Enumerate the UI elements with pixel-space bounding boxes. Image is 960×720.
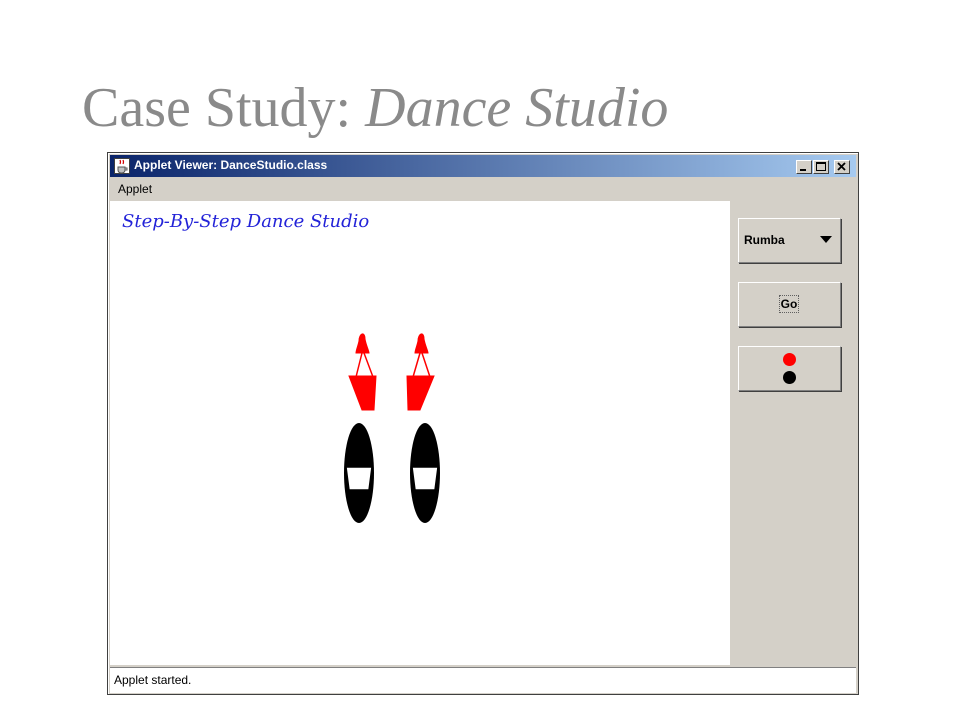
go-button[interactable]: Go bbox=[738, 282, 841, 327]
minimize-button[interactable] bbox=[796, 160, 812, 174]
chevron-down-icon bbox=[820, 236, 832, 243]
dance-canvas[interactable]: Step-By-Step Dance Studio bbox=[110, 201, 730, 665]
right-red-shoe bbox=[406, 333, 435, 411]
window-titlebar[interactable]: Applet Viewer: DanceStudio.class bbox=[110, 155, 856, 177]
close-button[interactable] bbox=[834, 160, 850, 174]
applet-viewer-window: Applet Viewer: DanceStudio.class Applet … bbox=[107, 152, 859, 695]
minimize-icon bbox=[800, 169, 806, 171]
status-bar: Applet started. bbox=[110, 667, 856, 693]
maximize-icon bbox=[816, 162, 826, 171]
left-red-shoe bbox=[348, 333, 377, 411]
left-black-shoe bbox=[344, 423, 374, 523]
red-dot-icon bbox=[783, 353, 796, 366]
slide-title: Case Study: Dance Studio bbox=[82, 76, 668, 140]
maximize-button[interactable] bbox=[813, 160, 829, 174]
black-dot-icon bbox=[783, 371, 796, 384]
dance-select-value: Rumba bbox=[744, 233, 785, 247]
slide-title-prefix: Case Study: bbox=[82, 77, 366, 139]
go-button-label: Go bbox=[779, 295, 799, 313]
menu-bar: Applet bbox=[110, 179, 856, 199]
partner-color-button[interactable] bbox=[738, 346, 841, 391]
control-panel: Rumba Go bbox=[730, 201, 856, 665]
right-black-shoe bbox=[410, 423, 440, 523]
footprints-drawing bbox=[344, 333, 440, 523]
java-coffee-icon bbox=[114, 158, 130, 174]
menu-applet[interactable]: Applet bbox=[118, 182, 152, 196]
status-text: Applet started. bbox=[114, 673, 192, 687]
close-icon bbox=[837, 162, 846, 171]
dance-select[interactable]: Rumba bbox=[738, 218, 841, 263]
window-title: Applet Viewer: DanceStudio.class bbox=[134, 158, 328, 172]
slide-title-italic: Dance Studio bbox=[365, 77, 669, 139]
